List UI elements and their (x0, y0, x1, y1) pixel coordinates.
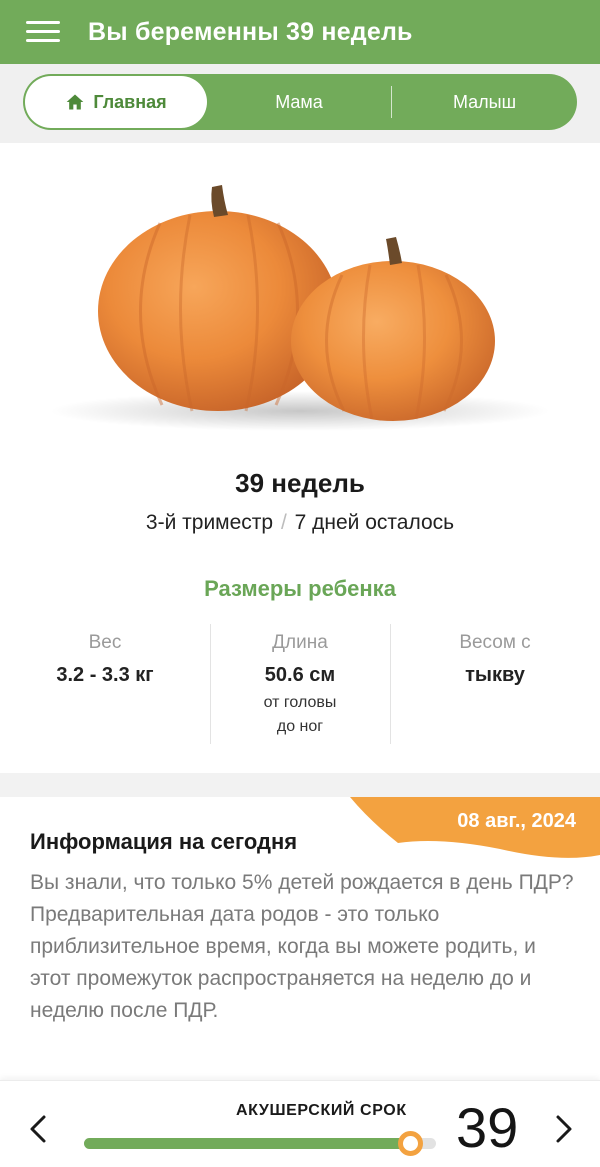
stat-length: Длина 50.6 см от головы до ног (210, 624, 390, 739)
baby-sizes-stats: Вес 3.2 - 3.3 кг Длина 50.6 см от головы… (0, 624, 600, 744)
tab-bar-container: Главная Мама Малыш (0, 64, 600, 143)
days-remaining-text: 7 дней осталось (294, 511, 455, 534)
stat-compare-label: Весом с (459, 632, 531, 653)
week-title: 39 недель (235, 468, 365, 498)
page-title: Вы беременны 39 недель (88, 17, 413, 46)
daily-info-card: 08 авг., 2024 Информация на сегодня Вы з… (0, 797, 600, 1080)
trimester-text: 3-й триместр (145, 511, 274, 534)
tab-baby-label: Малыш (452, 91, 517, 112)
stat-compare: Весом с тыкву (405, 624, 585, 687)
tab-baby[interactable]: Малыш (392, 74, 577, 130)
tab-mama-label: Мама (275, 91, 323, 112)
stat-length-label: Длина (272, 632, 328, 653)
obstetric-term-label: АКУШЕРСКИЙ СРОК (236, 1102, 407, 1119)
baby-sizes-title: Размеры ребенка (204, 576, 396, 601)
stat-weight-label: Вес (88, 632, 122, 653)
pumpkin-image (0, 143, 600, 453)
progress-thumb[interactable] (397, 1131, 423, 1156)
tab-bar: Главная Мама Малыш (23, 74, 577, 130)
date-badge: 08 авг., 2024 (350, 797, 600, 859)
date-text: 08 авг., 2024 (457, 810, 576, 832)
chevron-left-icon[interactable] (24, 1111, 54, 1147)
section-divider (0, 773, 600, 797)
home-icon (67, 94, 84, 110)
week-number: 39 (456, 1096, 519, 1159)
separator: / (280, 511, 287, 534)
app-header: Вы беременны 39 недель (0, 0, 600, 64)
stat-compare-value: тыкву (465, 664, 525, 686)
tab-home-label: Главная (93, 91, 167, 112)
info-body: Вы знали, что только 5% детей рождается … (30, 871, 574, 1022)
stat-length-value: 50.6 см (264, 664, 336, 686)
stat-weight: Вес 3.2 - 3.3 кг (15, 624, 195, 687)
chevron-right-icon[interactable] (548, 1111, 578, 1147)
progress-fill (84, 1138, 410, 1149)
stat-divider (390, 624, 391, 744)
week-navigator: АКУШЕРСКИЙ СРОК 39 (0, 1080, 600, 1167)
week-progress-slider[interactable] (84, 1131, 436, 1156)
tab-home[interactable]: Главная (25, 76, 207, 128)
hamburger-menu-icon[interactable] (26, 20, 62, 44)
tab-mama[interactable]: Мама (207, 74, 391, 130)
week-subtitle: 3-й триместр / 7 дней осталось (0, 511, 600, 535)
stat-length-note: от головы до ног (210, 691, 390, 739)
stat-length-note-line2: до ног (276, 718, 324, 735)
info-title: Информация на сегодня (30, 829, 298, 854)
stat-weight-value: 3.2 - 3.3 кг (56, 664, 154, 686)
stat-length-note-line1: от головы (263, 694, 337, 711)
